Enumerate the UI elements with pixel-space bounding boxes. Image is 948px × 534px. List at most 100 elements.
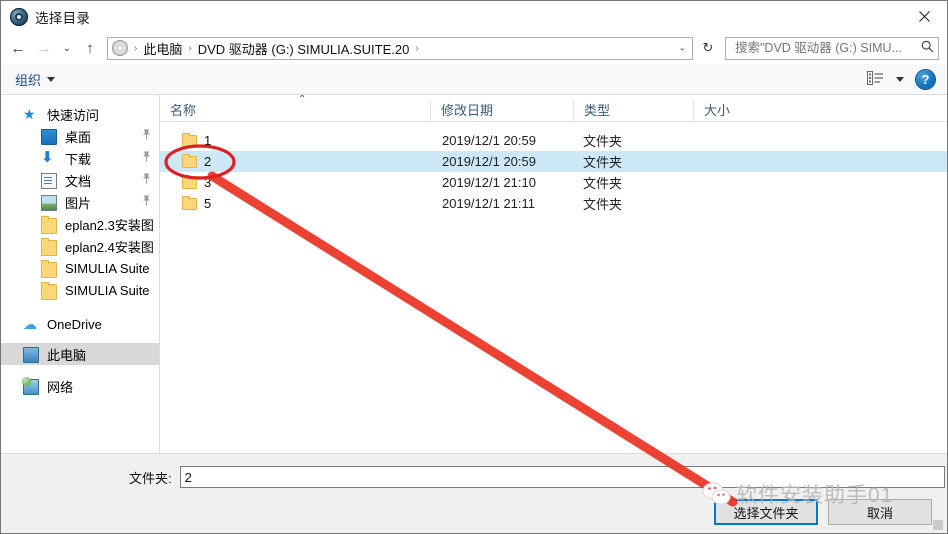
sidebar-item-pictures[interactable]: 图片 [1,191,159,213]
pin-icon[interactable] [142,195,151,209]
cell-name: 1 [160,133,430,148]
organize-button[interactable]: 组织 [15,70,56,89]
sidebar-item-simulia-suite-1[interactable]: SIMULIA Suite 202 [1,257,159,279]
folder-label: 文件夹: [129,470,172,486]
table-row[interactable]: 1 2019/12/1 20:59 文件夹 [160,130,947,151]
close-icon[interactable] [901,1,947,31]
sidebar-item-this-pc[interactable]: 此电脑 [1,343,159,365]
breadcrumb-separator-1: › [188,42,192,54]
document-icon [41,172,57,189]
breadcrumb-item-1[interactable]: DVD 驱动器 (G:) SIMULIA.SUITE.20 [198,39,410,58]
sidebar-item-eplan24[interactable]: eplan2.4安装图片 [1,235,159,257]
search-icon[interactable] [921,40,934,56]
folder-icon [41,259,57,278]
refresh-icon[interactable]: ↻ [697,37,719,60]
cell-type: 文件夹 [583,134,623,149]
column-header-type[interactable]: 类型 [573,101,693,121]
sidebar-item-label: 桌面 [65,129,92,145]
view-list-icon[interactable] [867,70,884,88]
folder-icon [182,133,197,147]
sidebar-group-quick-access[interactable]: ★ 快速访问 [1,103,159,125]
file-list-pane: 名称 修改日期 类型 大小 ⌃ 1 2019/12/1 20:59 文件夹 2 … [160,95,947,453]
chevron-down-icon[interactable]: ⌄ [678,43,686,54]
desktop-icon [41,129,57,145]
table-row[interactable]: 5 2019/12/1 21:11 文件夹 [160,193,947,214]
pin-icon[interactable] [142,173,151,187]
window-title: 选择目录 [35,10,91,26]
cell-date: 2019/12/1 21:11 [442,196,536,211]
breadcrumb-item-0[interactable]: 此电脑 [143,39,182,58]
breadcrumb-separator-2[interactable]: › [415,43,418,54]
sidebar-item-label: 下载 [65,151,92,167]
column-header-date[interactable]: 修改日期 [430,101,573,121]
forward-icon[interactable]: → [31,35,57,61]
sidebar-item-simulia-suite-2[interactable]: SIMULIA Suite 202 [1,279,159,301]
sidebar-item-documents[interactable]: 文档 [1,169,159,191]
cd-disc-icon [112,40,128,56]
sidebar-item-label: 网络 [47,379,74,395]
folder-icon [182,196,197,210]
cell-name: 3 [160,175,430,190]
cell-type: 文件夹 [583,176,623,191]
sidebar-item-network[interactable]: 网络 [1,375,159,397]
cell-date: 2019/12/1 20:59 [442,154,536,169]
sidebar-item-label: 此电脑 [47,347,87,363]
sidebar-item-label: SIMULIA Suite 202 [65,282,153,298]
cell-name: 5 [160,196,430,211]
folder-input[interactable] [179,466,945,488]
help-icon[interactable]: ? [916,69,935,89]
network-icon [22,377,39,395]
cell-date: 2019/12/1 20:59 [442,133,536,148]
file-rows: 1 2019/12/1 20:59 文件夹 2 2019/12/1 20:59 … [160,122,947,214]
search-box[interactable] [725,36,939,60]
up-icon[interactable]: ↑ [77,35,103,61]
chevron-down-icon [47,76,56,82]
breadcrumb[interactable]: › 此电脑 › DVD 驱动器 (G:) SIMULIA.SUITE.20 › … [107,36,693,60]
select-directory-dialog: 选择目录 ← → ⌄ ↑ › 此电脑 › DVD 驱动器 (G:) SIMULI… [0,0,948,534]
pin-icon[interactable] [142,129,151,143]
sidebar-item-downloads[interactable]: ⬇ 下载 [1,147,159,169]
folder-icon [182,175,197,189]
resize-grip[interactable] [933,520,943,530]
folder-name-row: 文件夹: [1,454,947,488]
back-icon[interactable]: ← [5,35,31,61]
cell-name: 2 [160,154,430,169]
folder-icon [182,154,197,168]
toolbar-right-group: ? [867,69,935,89]
sidebar-item-eplan23[interactable]: eplan2.3安装图片 [1,213,159,235]
navigation-bar: ← → ⌄ ↑ › 此电脑 › DVD 驱动器 (G:) SIMULIA.SUI… [1,32,947,64]
search-input[interactable] [733,40,921,56]
file-name: 3 [204,175,212,190]
pin-icon[interactable] [142,151,151,165]
pictures-icon [41,195,57,211]
cloud-icon: ☁ [23,316,37,332]
view-dropdown-icon[interactable] [896,76,904,82]
table-row[interactable]: 2 2019/12/1 20:59 文件夹 [160,151,947,172]
file-name: 1 [204,133,212,148]
star-icon: ★ [23,106,36,122]
footer-buttons: 选择文件夹 取消 [714,499,932,525]
dialog-body: ★ 快速访问 桌面 ⬇ 下载 文档 图片 eplan2.3安装图 eplan2.… [1,95,947,453]
column-header-size[interactable]: 大小 [693,101,773,121]
file-name: 2 [204,154,212,169]
folder-icon [41,281,57,300]
table-row[interactable]: 3 2019/12/1 21:10 文件夹 [160,172,947,193]
sidebar-item-label: eplan2.3安装图片 [65,217,153,233]
sidebar-item-onedrive[interactable]: ☁ OneDrive [1,313,159,335]
select-folder-button[interactable]: 选择文件夹 [714,499,818,525]
title-bar: 选择目录 [1,1,947,32]
cancel-button[interactable]: 取消 [828,499,932,525]
folder-icon [41,237,57,256]
this-pc-icon [23,347,39,363]
sidebar-item-label: SIMULIA Suite 202 [65,260,153,276]
sidebar-item-label: OneDrive [47,316,102,332]
recent-locations-icon[interactable]: ⌄ [57,35,77,61]
column-header-name[interactable]: 名称 [160,101,430,121]
sidebar-item-desktop[interactable]: 桌面 [1,125,159,147]
command-toolbar: 组织 ? [1,64,947,95]
sidebar-item-label: 图片 [65,195,92,211]
organize-label: 组织 [15,72,42,88]
